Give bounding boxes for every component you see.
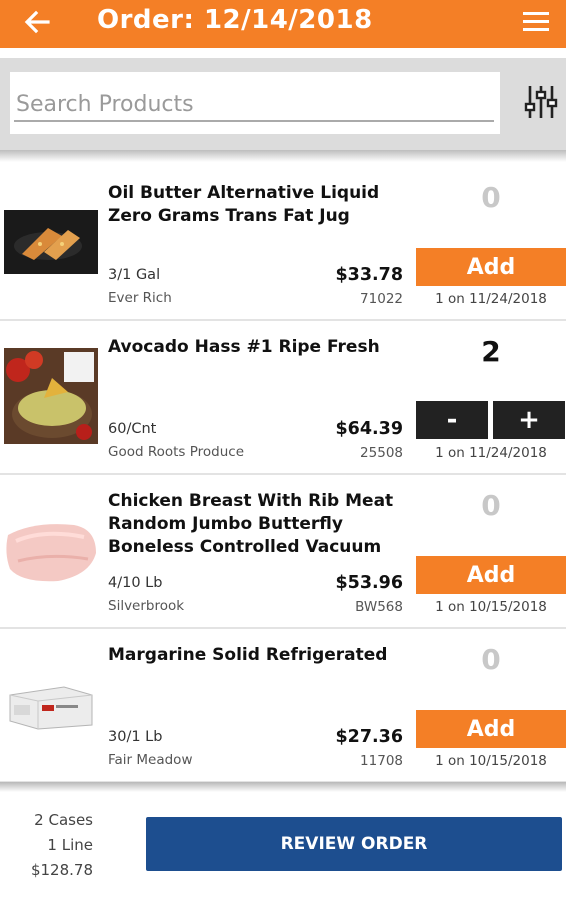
quantity-value: 0 [481,489,501,522]
product-card[interactable]: Chicken Breast With Rib Meat Random Jumb… [0,475,566,629]
product-code: BW568 [355,599,403,615]
app-bar: Order: 12/14/2018 [0,0,566,48]
product-brand: Silverbrook [108,598,185,614]
decrement-button[interactable]: - [416,401,488,439]
product-name: Chicken Breast With Rib Meat Random Jumb… [108,491,394,557]
quantity-value: 2 [481,335,501,368]
search-bar [0,58,566,150]
order-summary-footer: 2 Cases 1 Line $128.78 REVIEW ORDER [0,792,566,900]
review-order-button[interactable]: REVIEW ORDER [146,817,562,871]
product-image [4,683,98,731]
last-ordered-info: 1 on 10/15/2018 [435,753,547,769]
product-pack-size: 60/Cnt [108,421,157,437]
product-card[interactable]: Avocado Hass #1 Ripe Fresh 60/Cnt Good R… [0,321,566,475]
product-image [4,348,98,444]
product-price: $27.36 [335,727,403,747]
product-code: 71022 [360,291,403,307]
quantity-value: 0 [481,181,501,214]
product-brand: Fair Meadow [108,752,193,768]
product-card[interactable]: Oil Butter Alternative Liquid Zero Grams… [0,167,566,321]
product-name: Avocado Hass #1 Ripe Fresh [108,337,380,357]
last-ordered-info: 1 on 10/15/2018 [435,599,547,615]
quantity-value: 0 [481,643,501,676]
add-button[interactable]: Add [416,710,566,748]
product-price: $33.78 [335,265,403,285]
search-box [10,72,500,134]
arrow-left-icon[interactable] [22,7,52,37]
product-price: $53.96 [335,573,403,593]
sliders-icon[interactable] [523,84,559,120]
product-brand: Good Roots Produce [108,444,245,460]
add-button[interactable]: Add [416,556,566,594]
product-image [4,513,98,591]
cases-count: 2 Cases [34,811,93,829]
product-pack-size: 4/10 Lb [108,575,163,591]
product-image [4,210,98,274]
product-pack-size: 3/1 Gal [108,267,161,283]
product-name: Margarine Solid Refrigerated [108,645,388,665]
increment-button[interactable]: + [493,401,565,439]
product-price: $64.39 [335,419,403,439]
lines-count: 1 Line [47,836,93,854]
last-ordered-info: 1 on 11/24/2018 [435,291,547,307]
product-card[interactable]: Margarine Solid Refrigerated 30/1 Lb Fai… [0,629,566,783]
divider [0,782,566,792]
product-pack-size: 30/1 Lb [108,729,163,745]
product-name: Oil Butter Alternative Liquid Zero Grams… [108,183,380,226]
hamburger-menu-icon[interactable] [521,9,551,35]
last-ordered-info: 1 on 11/24/2018 [435,445,547,461]
product-code: 11708 [360,753,403,769]
divider [0,150,566,162]
search-input[interactable] [14,88,494,122]
page-title: Order: 12/14/2018 [97,5,373,35]
product-code: 25508 [360,445,403,461]
product-brand: Ever Rich [108,290,172,306]
order-total: $128.78 [30,861,93,879]
add-button[interactable]: Add [416,248,566,286]
